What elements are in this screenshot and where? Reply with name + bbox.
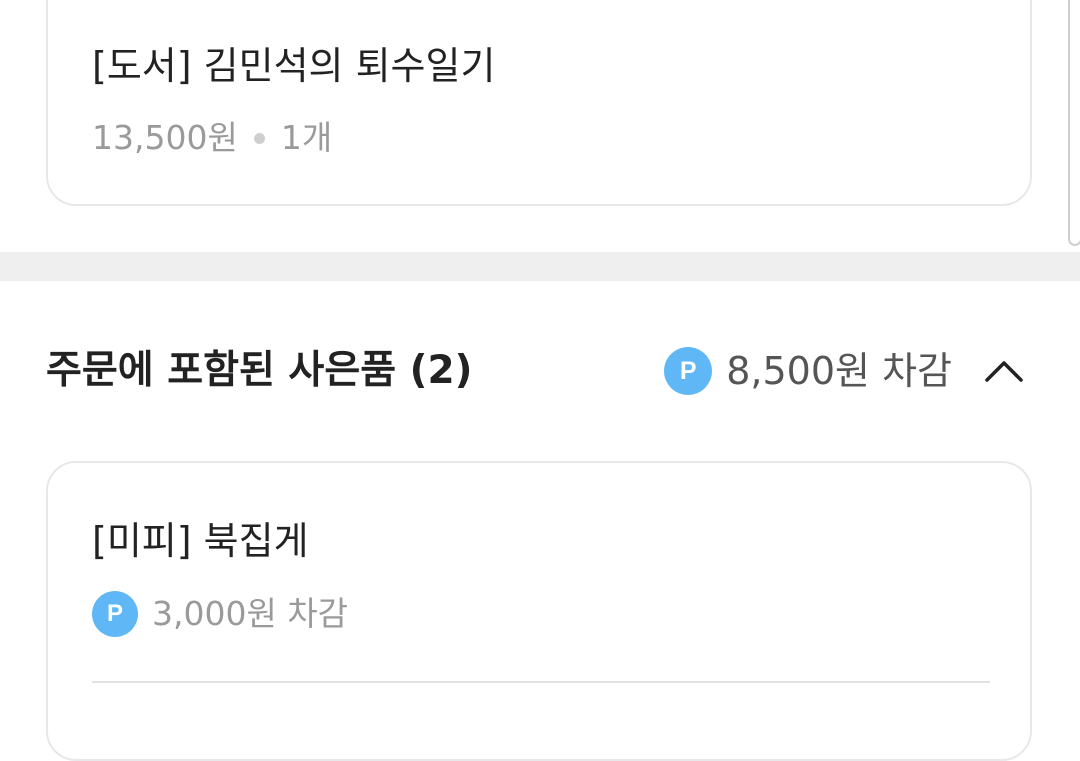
gift-section-header[interactable]: 주문에 포함된 사은품 (2) P 8,500원 차감 [46,343,1032,399]
gift-section-title: 주문에 포함된 사은품 (2) [46,348,473,393]
item-price: 13,500원 [92,118,238,157]
point-icon: P [92,591,138,637]
gift-item-card: [미피] 북집게 P 3,000원 차감 [46,461,1032,761]
item-quantity: 1개 [280,118,333,157]
adjacent-card-edge [1068,0,1080,246]
gift-item-discount-amount: 3,000원 차감 [152,594,349,633]
gift-item-title: [미피] 북집게 [92,519,309,563]
gift-total-discount: P 8,500원 차감 [664,347,952,395]
gift-total-discount-amount: 8,500원 차감 [726,349,952,393]
chevron-up-icon [985,361,1023,382]
gift-item-discount: P 3,000원 차감 [92,591,348,637]
collapse-toggle-button[interactable] [982,349,1026,393]
order-item-card: [도서] 김민석의 퇴수일기 13,500원 1개 [46,0,1032,206]
section-divider [0,252,1080,281]
point-icon: P [664,347,713,395]
separator-dot-icon [253,132,265,144]
item-title: [도서] 김민석의 퇴수일기 [92,44,496,88]
divider-line [92,681,990,683]
item-meta: 13,500원 1개 [92,118,332,158]
